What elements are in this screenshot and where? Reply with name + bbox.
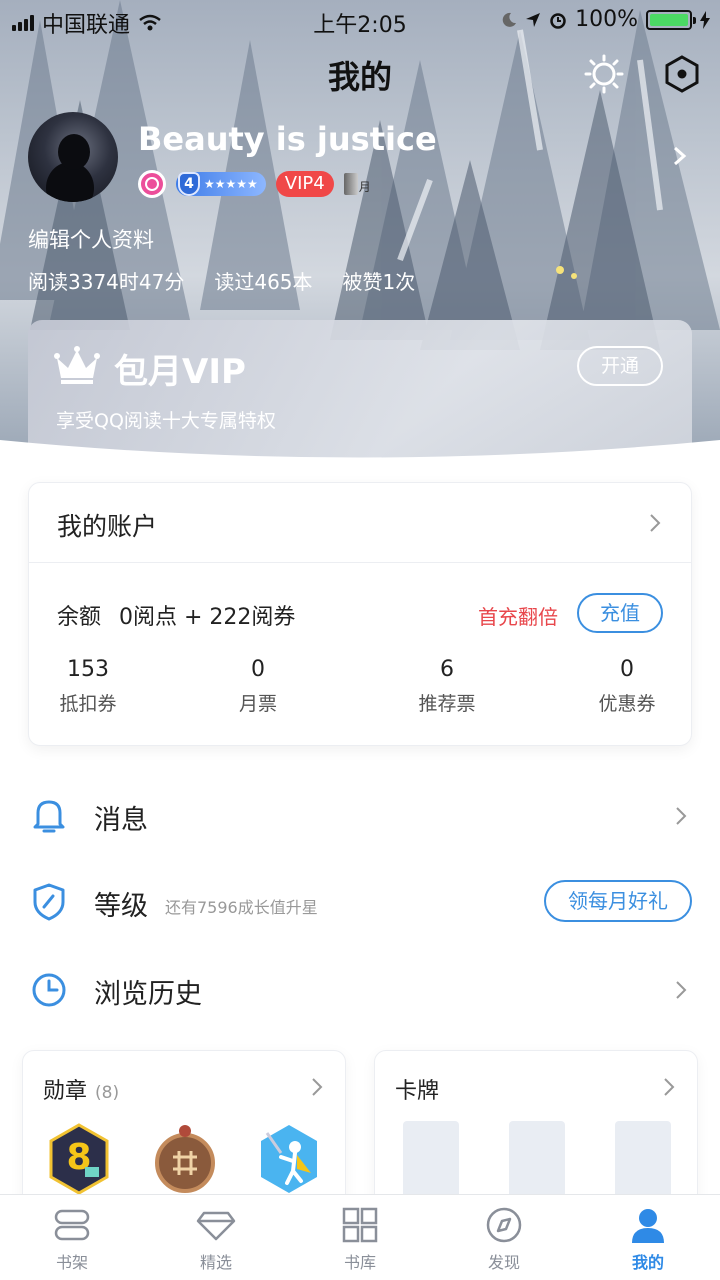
battery-percent: 100%: [575, 7, 638, 32]
tab-label: 书架: [55, 1253, 88, 1272]
stat-value: 0: [620, 657, 634, 682]
stat-label: 优惠券: [598, 693, 656, 715]
stat-monthly-ticket[interactable]: 0 月票: [198, 657, 318, 716]
menu-item-history[interactable]: 浏览历史: [0, 950, 720, 1030]
menu-item-messages[interactable]: 消息: [0, 776, 720, 856]
tab-label: 精选: [199, 1253, 232, 1272]
balance-label: 余额: [57, 605, 102, 630]
user-icon: [632, 1209, 664, 1243]
diamond-icon: [196, 1211, 236, 1241]
recharge-button[interactable]: 充值: [577, 593, 663, 633]
battery-icon: [646, 9, 696, 30]
chevron-right-icon: [676, 981, 687, 999]
compass-icon: [486, 1207, 522, 1243]
search-badge-icon[interactable]: [138, 170, 166, 198]
medals-card[interactable]: 勋章 (8) 8: [22, 1050, 346, 1210]
status-bar: 中国联通 上午2:05 100%: [0, 0, 720, 38]
menu-item-level[interactable]: 等级 还有7596成长值升星 领每月好礼: [0, 862, 720, 942]
header-curve: [0, 440, 720, 460]
chevron-right-icon: [664, 1078, 675, 1096]
bell-icon: [33, 800, 65, 833]
medals-title: 勋章 (8): [43, 1073, 119, 1105]
level-shield-icon: 4: [178, 172, 200, 196]
settings-icon[interactable]: [662, 54, 702, 94]
avatar[interactable]: [28, 112, 118, 202]
medal-hero-icon[interactable]: [257, 1123, 321, 1195]
account-header[interactable]: 我的账户: [29, 483, 691, 563]
tab-discover[interactable]: 发现: [454, 1207, 554, 1273]
tab-label: 发现: [487, 1253, 520, 1272]
level-number: 4: [184, 176, 194, 192]
tab-mine[interactable]: 我的: [598, 1207, 698, 1273]
star-rating-icon: ★★★★★: [204, 177, 258, 191]
account-title: 我的账户: [57, 512, 158, 541]
tab-library[interactable]: 书库: [310, 1207, 410, 1273]
vip-badge[interactable]: VIP4: [275, 171, 334, 197]
reading-time: 阅读3374时47分: [28, 270, 185, 294]
month-badge[interactable]: 月: [343, 173, 371, 195]
stat-label: 抵扣券: [59, 693, 117, 715]
stat-discount-coupon[interactable]: 0 优惠券: [567, 657, 687, 716]
tab-label: 书库: [343, 1253, 376, 1272]
profile-header: 中国联通 上午2:05 100% 我的 Beauty is justice 4 …: [0, 0, 720, 460]
menu-label: 浏览历史: [94, 979, 202, 1010]
grid-icon: [342, 1207, 378, 1243]
moon-icon: [502, 12, 517, 27]
crown-icon: [54, 346, 100, 384]
menu-label: 等级: [94, 891, 148, 922]
stat-deduction-coupon[interactable]: 153 抵扣券: [28, 657, 148, 716]
edit-profile-link[interactable]: 编辑个人资料: [28, 224, 154, 254]
alarm-icon: [550, 12, 566, 29]
level-progress-hint: 还有7596成长值升星: [165, 898, 318, 917]
account-card: 我的账户 余额 0阅点 + 222阅券 首充翻倍 充值 153 抵扣券 0 月票 6 推…: [28, 482, 692, 746]
tab-bookshelf[interactable]: 书架: [22, 1207, 122, 1273]
reading-stats: 阅读3374时47分 读过465本 被赞1次: [28, 266, 415, 295]
username[interactable]: Beauty is justice: [138, 120, 437, 158]
tab-featured[interactable]: 精选: [166, 1207, 266, 1273]
stat-value: 0: [251, 657, 265, 682]
balance: 余额 0阅点 + 222阅券: [57, 599, 295, 631]
stat-value: 6: [440, 657, 454, 682]
profile-chevron-icon[interactable]: [672, 146, 688, 166]
books-read: 读过465本: [214, 270, 313, 294]
vip-open-button[interactable]: 开通: [577, 346, 663, 386]
medals-count: (8): [95, 1083, 120, 1103]
badge-row: 4 ★★★★★ VIP4 月: [138, 170, 371, 198]
cardboard-title: 卡牌: [395, 1079, 440, 1104]
stat-label: 推荐票: [418, 693, 476, 715]
account-stats: 153 抵扣券 0 月票 6 推荐票 0 优惠券: [29, 657, 693, 727]
stat-recommend-ticket[interactable]: 6 推荐票: [387, 657, 507, 716]
tab-label: 我的: [631, 1253, 664, 1272]
first-recharge-promo[interactable]: 首充翻倍: [478, 601, 558, 630]
chevron-right-icon: [312, 1078, 323, 1096]
charging-icon: [700, 10, 710, 29]
monthly-gift-button[interactable]: 领每月好礼: [544, 880, 692, 922]
menu-label: 消息: [94, 805, 148, 836]
shield-icon: [33, 883, 65, 921]
medals-title-label: 勋章: [43, 1079, 88, 1104]
likes-count: 被赞1次: [342, 270, 416, 294]
clock-icon: [32, 973, 66, 1007]
bookshelf-icon: [54, 1209, 90, 1241]
stat-label: 月票: [238, 693, 277, 715]
cards-card[interactable]: 卡牌: [374, 1050, 698, 1210]
level-badge[interactable]: 4 ★★★★★: [176, 172, 266, 196]
medal-bronze-icon[interactable]: [153, 1123, 217, 1195]
month-badge-label: 月: [358, 180, 371, 194]
chevron-right-icon: [650, 514, 661, 532]
vip-title: 包月VIP: [114, 352, 246, 392]
sun-icon[interactable]: [584, 54, 624, 94]
tab-bar: 书架 精选 书库 发现 我的: [0, 1194, 720, 1280]
location-icon: [526, 12, 541, 27]
month-card-icon: [343, 173, 358, 195]
balance-value: 0阅点 + 222阅券: [119, 605, 296, 630]
chevron-right-icon: [676, 807, 687, 825]
stat-value: 153: [67, 657, 109, 682]
medal-8-icon[interactable]: 8: [47, 1123, 111, 1195]
